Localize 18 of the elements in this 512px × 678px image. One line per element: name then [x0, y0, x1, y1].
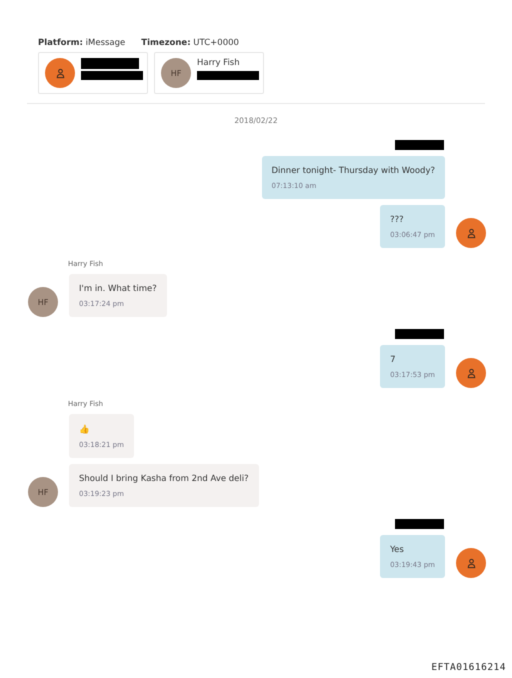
- person-icon: [466, 368, 476, 378]
- message-text: 7: [390, 355, 396, 365]
- message-text: I'm in. What time?: [79, 284, 157, 294]
- participant-name: Harry Fish: [197, 58, 241, 69]
- person-icon: [54, 68, 66, 78]
- message-text: 👍: [79, 424, 91, 435]
- message-text: Should I bring Kasha from 2nd Ave deli?: [79, 474, 249, 484]
- message-text: Dinner tonight- Thursday with Woody?: [272, 166, 435, 176]
- message-text: ???: [390, 215, 405, 225]
- initials-avatar: HF: [28, 287, 58, 317]
- initials-avatar: HF: [161, 58, 191, 88]
- document-id: EFTA01616214: [431, 662, 506, 673]
- platform-label: Platform: iMessage: [38, 38, 126, 48]
- initials-avatar: HF: [28, 477, 58, 507]
- person-icon: [466, 228, 476, 238]
- person-icon: [466, 558, 476, 568]
- timezone-label: Timezone: UTC+0000: [141, 38, 239, 48]
- message-text: Yes: [390, 545, 405, 555]
